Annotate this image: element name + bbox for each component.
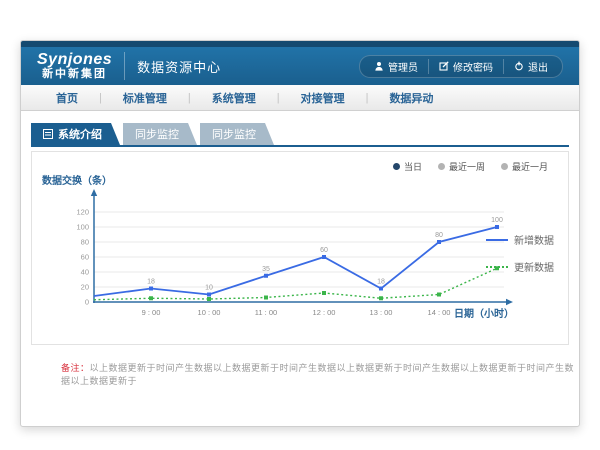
user-menu: 管理员 修改密码 退出 bbox=[359, 55, 563, 78]
nav-item-data-change[interactable]: 数据异动 bbox=[368, 90, 454, 106]
radio-today-label: 当日 bbox=[404, 160, 422, 173]
data-point-label: 18 bbox=[147, 279, 155, 286]
data-point bbox=[437, 293, 441, 297]
user-icon bbox=[374, 61, 384, 71]
data-point-label: 60 bbox=[320, 247, 328, 254]
legend-label-new-data: 新增数据 bbox=[514, 232, 554, 247]
footnote: 备注：以上数据更新于时间产生数据以上数据更新于时间产生数据以上数据更新于时间产生… bbox=[61, 361, 579, 387]
tab-sync-monitor-2[interactable]: 同步监控 bbox=[200, 123, 274, 145]
tab-sync-monitor-1-label: 同步监控 bbox=[135, 126, 179, 142]
y-axis-arrow bbox=[91, 189, 97, 196]
x-tick-label: 10 : 00 bbox=[198, 308, 221, 317]
radio-last-month-label: 最近一月 bbox=[512, 160, 548, 173]
data-point-label: 100 bbox=[491, 217, 503, 224]
data-point bbox=[149, 296, 153, 300]
data-point-label: 18 bbox=[377, 279, 385, 286]
app-header: Synjones 新中新集团 数据资源中心 管理员 修改密码 退出 bbox=[21, 47, 579, 85]
x-axis-title: 日期（小时） bbox=[454, 305, 514, 320]
data-point bbox=[322, 255, 326, 259]
data-point bbox=[379, 296, 383, 300]
legend-item-update-data[interactable]: 更新数据 bbox=[486, 259, 554, 274]
chart-panel: 当日 最近一周 最近一月 数据交换（条） 0204060801001209 : … bbox=[31, 151, 569, 345]
x-tick-label: 14 : 00 bbox=[428, 308, 451, 317]
edit-icon bbox=[439, 61, 449, 71]
tab-system-intro[interactable]: 系统介绍 bbox=[31, 123, 120, 145]
tab-sync-monitor-2-label: 同步监控 bbox=[212, 126, 256, 142]
nav-item-standard-mgmt[interactable]: 标准管理 bbox=[102, 90, 188, 106]
footnote-prefix: 备注： bbox=[61, 363, 90, 373]
legend-swatch-0 bbox=[486, 239, 508, 241]
footnote-text: 以上数据更新于时间产生数据以上数据更新于时间产生数据以上数据更新于时间产生数据以… bbox=[61, 363, 574, 386]
app-window: Synjones 新中新集团 数据资源中心 管理员 修改密码 退出 首页 | 标… bbox=[20, 40, 580, 427]
data-point bbox=[379, 287, 383, 291]
time-range-filter: 当日 最近一周 最近一月 bbox=[393, 160, 548, 173]
y-tick-label: 0 bbox=[85, 298, 89, 307]
logo-text-cn: 新中新集团 bbox=[37, 69, 112, 81]
radio-dot-selected bbox=[393, 163, 400, 170]
app-title: 数据资源中心 bbox=[137, 57, 221, 76]
x-tick-label: 11 : 00 bbox=[255, 308, 277, 317]
radio-last-week[interactable]: 最近一周 bbox=[438, 160, 485, 173]
data-point-label: 10 bbox=[205, 285, 213, 292]
data-point bbox=[322, 291, 326, 295]
nav-item-home[interactable]: 首页 bbox=[35, 90, 99, 106]
y-tick-label: 100 bbox=[76, 223, 89, 232]
x-tick-label: 9 : 00 bbox=[142, 308, 161, 317]
data-point-label: 35 bbox=[262, 266, 270, 273]
logo-text-en: Synjones bbox=[37, 52, 112, 69]
nav-item-system-mgmt[interactable]: 系统管理 bbox=[191, 90, 277, 106]
company-logo: Synjones 新中新集团 bbox=[37, 52, 125, 80]
legend-item-new-data[interactable]: 新增数据 bbox=[486, 232, 554, 247]
data-point bbox=[207, 297, 211, 301]
user-admin-label: 管理员 bbox=[388, 59, 418, 74]
user-admin-button[interactable]: 管理员 bbox=[364, 59, 428, 74]
change-password-label: 修改密码 bbox=[453, 59, 493, 74]
tab-system-intro-label: 系统介绍 bbox=[58, 126, 102, 142]
radio-today[interactable]: 当日 bbox=[393, 160, 422, 173]
radio-dot bbox=[501, 163, 508, 170]
logout-button[interactable]: 退出 bbox=[503, 59, 558, 74]
data-point bbox=[437, 240, 441, 244]
tab-sync-monitor-1[interactable]: 同步监控 bbox=[123, 123, 197, 145]
data-point bbox=[264, 296, 268, 300]
radio-dot bbox=[438, 163, 445, 170]
y-tick-label: 120 bbox=[76, 208, 89, 217]
radio-last-week-label: 最近一周 bbox=[449, 160, 485, 173]
data-point-label: 80 bbox=[435, 232, 443, 239]
logout-label: 退出 bbox=[528, 59, 548, 74]
x-tick-label: 12 : 00 bbox=[313, 308, 336, 317]
change-password-button[interactable]: 修改密码 bbox=[428, 59, 503, 74]
legend-label-update-data: 更新数据 bbox=[514, 259, 554, 274]
y-tick-label: 80 bbox=[81, 238, 89, 247]
legend-swatch-1 bbox=[486, 266, 508, 268]
data-point bbox=[264, 274, 268, 278]
y-tick-label: 40 bbox=[81, 268, 89, 277]
data-point bbox=[495, 225, 499, 229]
tab-bar: 系统介绍 同步监控 同步监控 bbox=[31, 125, 569, 147]
power-icon bbox=[514, 61, 524, 71]
y-tick-label: 20 bbox=[81, 283, 89, 292]
chart-legend: 新增数据 更新数据 bbox=[486, 232, 554, 286]
document-icon bbox=[43, 129, 53, 139]
data-point bbox=[207, 293, 211, 297]
x-tick-label: 13 : 00 bbox=[370, 308, 393, 317]
radio-last-month[interactable]: 最近一月 bbox=[501, 160, 548, 173]
nav-item-interface-mgmt[interactable]: 对接管理 bbox=[280, 90, 366, 106]
data-point bbox=[149, 287, 153, 291]
main-nav: 首页 | 标准管理 | 系统管理 | 对接管理 | 数据异动 bbox=[21, 85, 579, 111]
y-tick-label: 60 bbox=[81, 253, 89, 262]
